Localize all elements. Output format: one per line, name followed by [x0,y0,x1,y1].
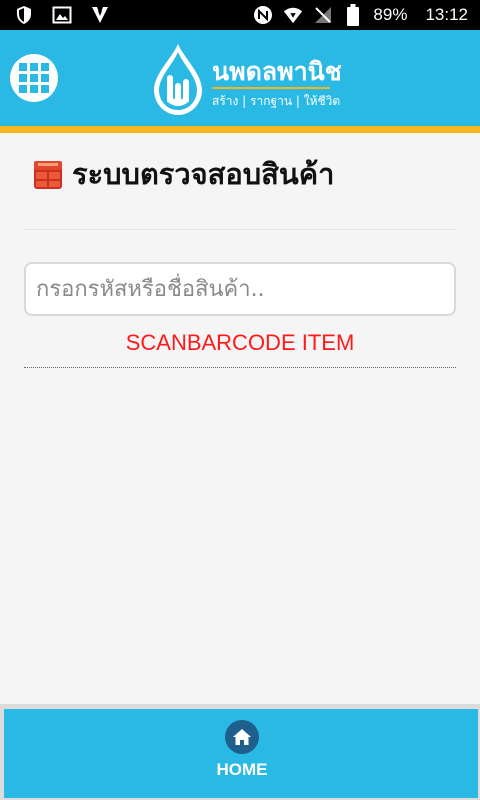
boxes-icon [34,161,62,189]
image-icon [52,5,72,25]
logo-subtitle: สร้าง | รากฐาน | ให้ชีวิต [212,94,341,108]
home-icon [233,729,251,745]
bottom-navigation: HOME [4,709,478,798]
product-search-input[interactable] [24,262,456,316]
battery-percentage: 89% [373,5,408,24]
shield-icon [14,5,34,25]
page-title-row: ระบบตรวจสอบสินค้า [32,152,334,196]
page-title: ระบบตรวจสอบสินค้า [72,157,335,191]
status-bar: 89% 13:12 [0,0,480,30]
home-label: HOME [216,760,268,779]
logo-title: นพดลพานิช [212,57,342,86]
battery-icon [343,4,363,26]
title-divider [24,229,456,230]
brand-logo: นพดลพานิช สร้าง | รากฐาน | ให้ชีวิต [150,42,342,118]
water-drop-logo-icon [154,44,202,115]
home-icon-circle [225,720,259,754]
nfc-icon [253,5,273,25]
dotted-divider [24,367,456,368]
scan-barcode-link[interactable]: SCANBARCODE ITEM [24,327,456,359]
clock: 13:12 [425,5,468,24]
menu-button[interactable] [10,54,58,102]
home-button[interactable]: HOME [209,720,275,790]
no-signal-icon [313,5,333,25]
wifi-icon [283,5,303,25]
app-notification-icon [90,5,110,25]
grid-menu-icon [19,63,49,93]
header-stripe [0,126,480,133]
logo-underline [212,87,330,89]
